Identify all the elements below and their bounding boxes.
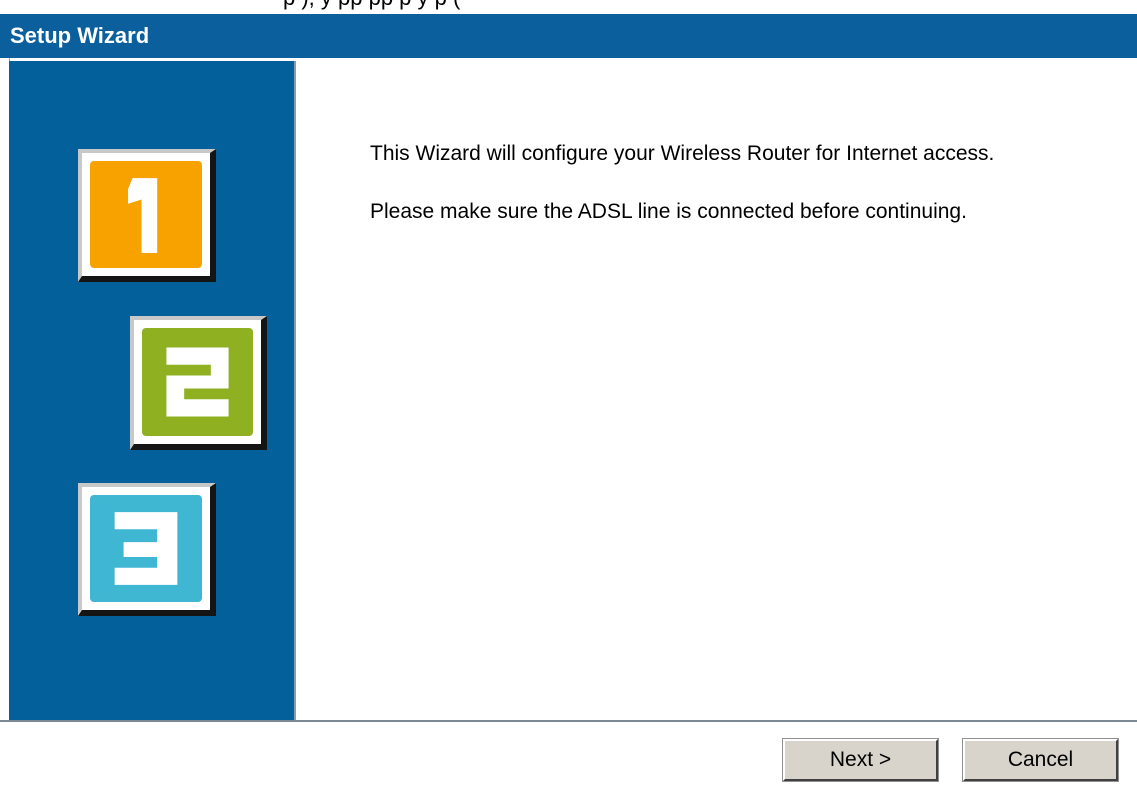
step-3-icon <box>78 483 216 616</box>
intro-message: This Wizard will configure your Wireless… <box>370 142 995 165</box>
adsl-notice: Please make sure the ADSL line is connec… <box>370 200 967 223</box>
step-2-icon <box>130 316 267 450</box>
cropped-text-strip: p ), y pp pp p y p ( <box>0 0 1137 14</box>
title-bar: Setup Wizard <box>0 14 1137 58</box>
cancel-button[interactable]: Cancel <box>962 738 1119 782</box>
digit-1-glyph <box>128 178 158 254</box>
step-1-icon <box>78 149 216 282</box>
footer-divider <box>0 720 1137 722</box>
digit-3-glyph <box>114 512 178 585</box>
next-button[interactable]: Next > <box>782 738 939 782</box>
window-title: Setup Wizard <box>10 23 150 48</box>
cropped-text: p ), y pp pp p y p ( <box>283 0 460 11</box>
digit-2-glyph <box>166 347 229 417</box>
setup-wizard-window: p ), y pp pp p y p ( Setup Wizard <box>0 0 1137 787</box>
